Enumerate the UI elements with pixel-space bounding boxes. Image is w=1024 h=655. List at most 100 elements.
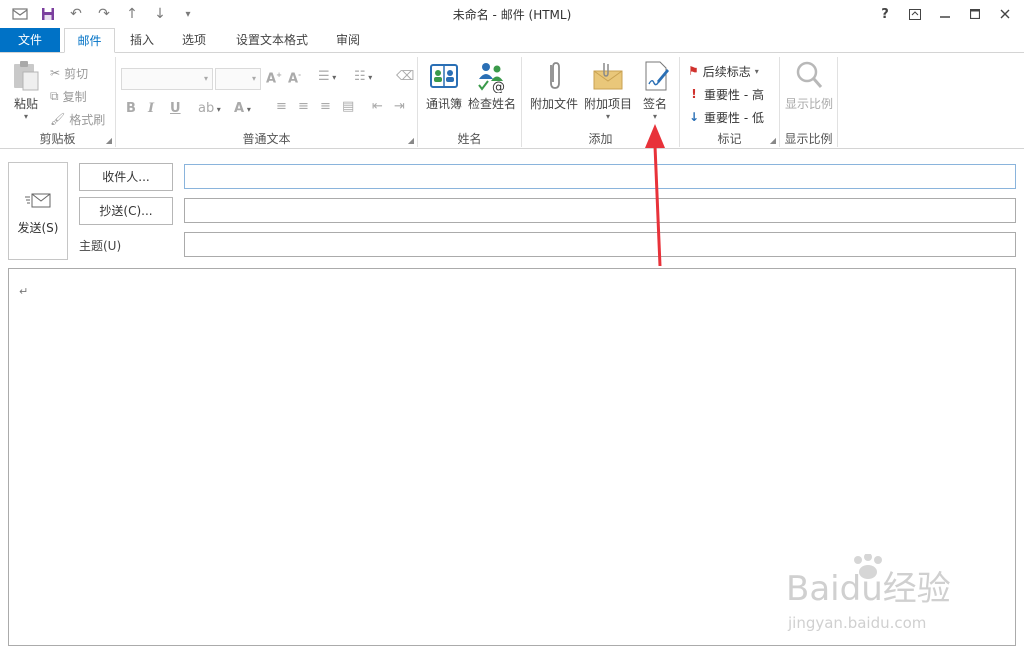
check-names-icon: @ [476,59,508,95]
paperclip-icon [538,59,570,93]
signature-icon [639,59,671,93]
clear-formatting-icon[interactable]: ⌫ [396,69,414,84]
ribbon-display-icon[interactable] [900,2,930,26]
decrease-indent-icon[interactable]: ⇤ [372,99,383,114]
group-zoom: 显示比例 显示比例 [780,57,838,147]
font-color-icon[interactable]: A ▾ [234,101,251,116]
paste-dropdown-icon[interactable]: ▾ [8,112,44,121]
subject-field[interactable] [184,232,1016,257]
tab-review[interactable]: 审阅 [326,28,370,53]
magnifier-icon [793,59,825,93]
zoom-label: 显示比例 [784,97,833,111]
low-importance-button[interactable]: ↓ 重要性 - 低 [688,107,764,127]
tab-options[interactable]: 选项 [172,28,216,53]
group-basic-text: ▾ ▾ A+ A- ☰ ▾ ☷ ▾ ⌫ B I U ab ▾ A ▾ ≡ ≡ ≡… [116,57,418,147]
address-book-button[interactable]: 通讯簿 [424,59,464,112]
bold-button[interactable]: B [126,101,136,116]
signature-label: 签名 [642,97,667,111]
title-bar: ↶ ↷ ↑ ↓ ▾ 未命名 - 邮件 (HTML) ? [0,0,1024,28]
format-painter-label: 格式刷 [69,112,106,127]
svg-text:@: @ [492,80,505,93]
down-arrow-icon: ↓ [688,110,700,124]
bullets-icon[interactable]: ☰ ▾ [318,69,336,84]
tags-group-label: 标记 [717,132,742,146]
clipboard-launcher-icon[interactable]: ◢ [106,136,112,145]
scissors-icon: ✂ [50,66,61,80]
font-size-combo[interactable]: ▾ [215,68,261,90]
tab-format-text[interactable]: 设置文本格式 [226,28,318,53]
watermark-brand: Baidu经验 [786,569,951,609]
send-button[interactable]: 发送(S) [8,162,68,260]
attach-item-label: 附加项目 [583,97,632,111]
to-button[interactable]: 收件人... [79,163,173,191]
check-names-label: 检查姓名 [467,97,516,111]
highlight-icon[interactable]: ab ▾ [198,101,221,116]
zoom-group-label: 显示比例 [784,132,833,146]
exclamation-icon: ! [691,87,697,101]
flag-icon: ⚑ [688,64,699,78]
ribbon-tabs: 文件 邮件 插入 选项 设置文本格式 审阅 [0,28,1024,53]
names-group-label: 姓名 [457,132,482,146]
increase-indent-icon[interactable]: ⇥ [394,99,405,114]
basic-text-group-label: 普通文本 [242,132,291,146]
send-label: 发送(S) [17,221,59,235]
ribbon: 粘贴 ▾ ✂ 剪切 ⧉ 复制 🖌 格式刷 剪贴板 ◢ ▾ ▾ A+ A- ☰ ▾ ☷ … [0,52,1024,149]
tab-insert[interactable]: 插入 [120,28,164,53]
low-importance-label: 重要性 - 低 [704,110,764,125]
copy-label: 复制 [62,89,87,104]
signature-dropdown-icon[interactable]: ▾ [636,112,674,121]
group-tags: ⚑ 后续标志 ▾ ! 重要性 - 高 ↓ 重要性 - 低 标记 ◢ [680,57,780,147]
follow-up-button[interactable]: ⚑ 后续标志 ▾ [688,61,759,81]
include-group-label: 添加 [588,132,613,146]
attach-item-button[interactable]: 附加项目 ▾ [580,59,636,121]
help-icon[interactable]: ? [870,2,900,26]
minimize-icon[interactable] [930,2,960,26]
send-icon [24,191,52,211]
maximize-icon[interactable] [960,2,990,26]
tags-launcher-icon[interactable]: ◢ [770,136,776,145]
paste-label: 粘贴 [13,97,38,111]
underline-button[interactable]: U [170,101,181,116]
clipboard-group-label: 剪贴板 [39,132,76,146]
italic-button[interactable]: I [148,101,154,116]
font-name-combo[interactable]: ▾ [121,68,213,90]
group-include: 附加文件 附加项目 ▾ 签名 ▾ 添加 [522,57,680,147]
tab-message[interactable]: 邮件 [64,28,115,53]
check-names-button[interactable]: @ 检查姓名 [466,59,518,112]
attach-item-dropdown-icon[interactable]: ▾ [580,112,636,121]
cc-field[interactable] [184,198,1016,223]
signature-button[interactable]: 签名 ▾ [636,59,674,121]
group-names: 通讯簿 @ 检查姓名 姓名 [418,57,522,147]
numbering-icon[interactable]: ☷ ▾ [354,69,372,84]
attach-file-button[interactable]: 附加文件 [526,59,582,112]
copy-button[interactable]: ⧉ 复制 [50,86,87,106]
copy-icon: ⧉ [50,88,59,103]
basic-text-launcher-icon[interactable]: ◢ [408,136,414,145]
grow-font-icon[interactable]: A+ [266,71,282,86]
high-importance-button[interactable]: ! 重要性 - 高 [688,84,764,104]
high-importance-label: 重要性 - 高 [704,87,764,102]
align-center-icon[interactable]: ≡ [298,99,309,114]
address-book-icon [428,59,460,93]
format-painter-button[interactable]: 🖌 格式刷 [50,109,105,129]
window-controls: ? [870,2,1020,26]
subject-label: 主题(U) [79,239,122,253]
attach-file-label: 附加文件 [529,97,578,111]
follow-up-label: 后续标志 [702,64,751,79]
watermark-url: jingyan.baidu.com [787,614,926,632]
paste-icon [10,59,42,93]
cut-label: 剪切 [64,66,89,81]
align-left-icon[interactable]: ≡ [276,99,287,114]
paste-button[interactable]: 粘贴 ▾ [8,59,44,121]
close-icon[interactable] [990,2,1020,26]
shrink-font-icon[interactable]: A- [288,71,301,86]
cc-button[interactable]: 抄送(C)... [79,197,173,225]
group-clipboard: 粘贴 ▾ ✂ 剪切 ⧉ 复制 🖌 格式刷 剪贴板 ◢ [0,57,116,147]
justify-icon[interactable]: ▤ [342,99,354,114]
cut-button[interactable]: ✂ 剪切 [50,63,88,83]
zoom-button[interactable]: 显示比例 [782,59,836,112]
baidu-jingyan-watermark: Baidu经验 jingyan.baidu.com [786,554,951,632]
tab-file[interactable]: 文件 [0,28,60,53]
to-field[interactable] [184,164,1016,189]
align-right-icon[interactable]: ≡ [320,99,331,114]
